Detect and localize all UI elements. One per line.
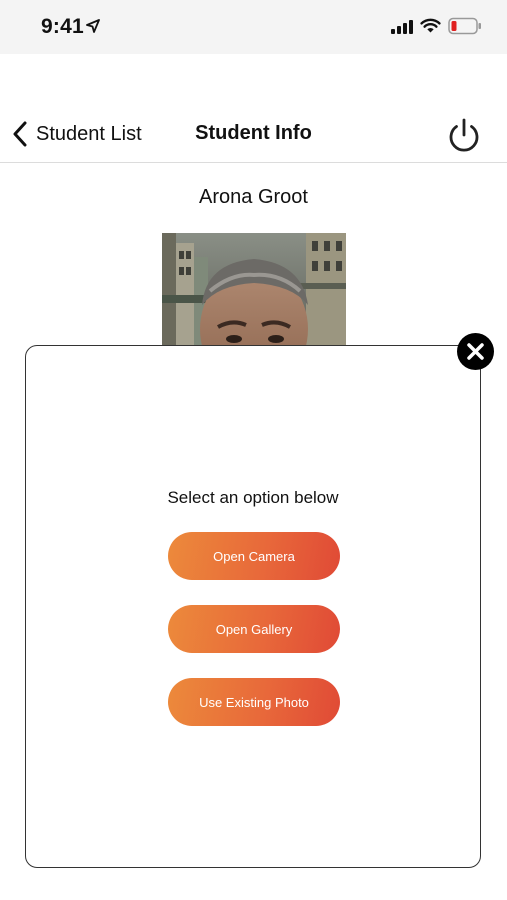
student-name: Arona Groot (199, 186, 308, 208)
student-photo-image (162, 233, 346, 348)
close-icon (467, 343, 484, 360)
status-time: 9:41 (41, 15, 84, 38)
modal-prompt: Select an option below (167, 488, 339, 507)
open-gallery-button[interactable]: Open Gallery (168, 605, 340, 653)
student-photo (162, 233, 346, 348)
photo-options-modal: Select an option below Open Camera Open … (25, 345, 481, 868)
close-modal-button[interactable] (457, 333, 494, 370)
location-arrow-icon (86, 19, 100, 33)
page-title: Student Info (195, 122, 312, 144)
battery-low-icon (448, 17, 481, 35)
student-info-screen: 9:41 Student List Student Info Arona Gro… (0, 0, 507, 900)
open-camera-button[interactable]: Open Camera (168, 532, 340, 580)
navigation-bar: Student List Student Info (0, 105, 507, 163)
cellular-signal-icon (391, 20, 413, 34)
power-icon[interactable] (445, 117, 483, 155)
use-existing-photo-button[interactable]: Use Existing Photo (168, 678, 340, 726)
wifi-icon (420, 18, 441, 33)
status-bar: 9:41 (0, 0, 507, 54)
